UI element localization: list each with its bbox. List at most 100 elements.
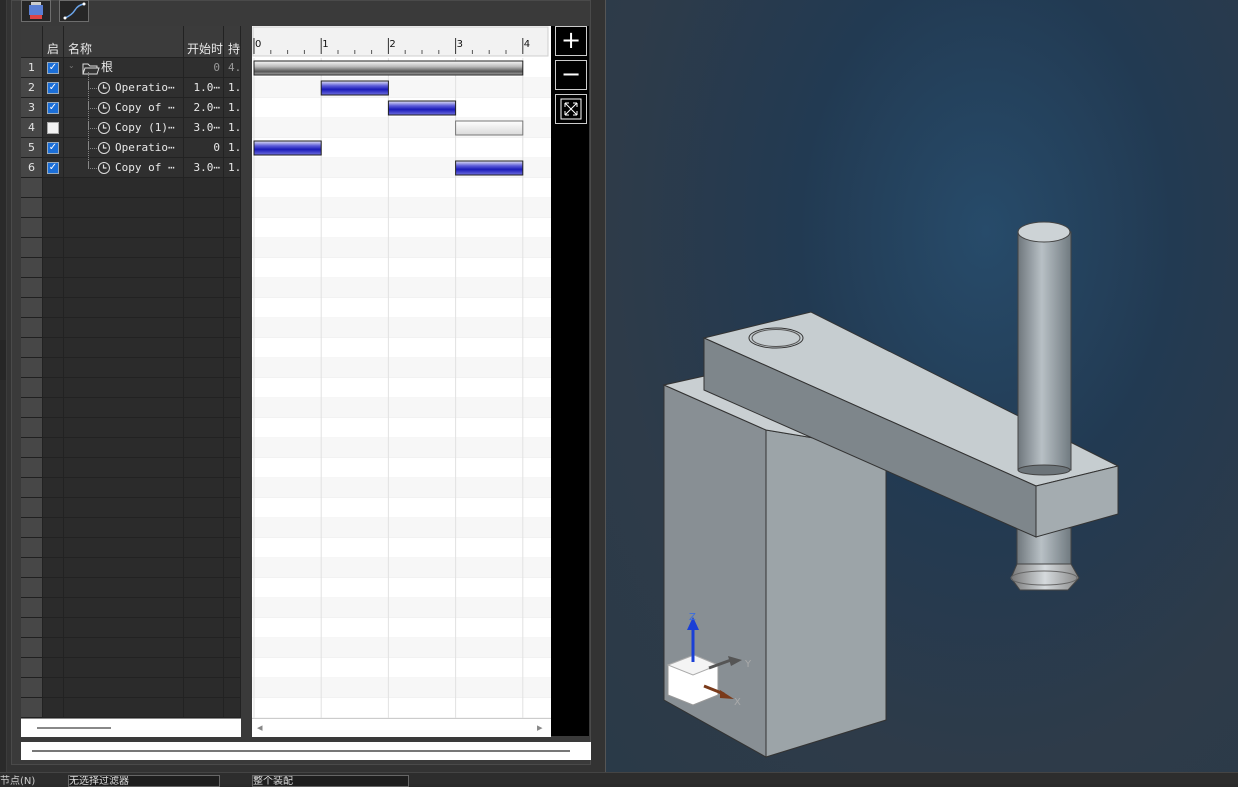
col-header-duration[interactable]: 持 <box>224 26 241 58</box>
enable-checkbox[interactable]: ✓ <box>47 82 59 94</box>
row-number[interactable] <box>21 678 43 698</box>
animation-tool-button[interactable] <box>21 0 51 22</box>
row-number[interactable] <box>21 618 43 638</box>
gantt-bar[interactable] <box>387 100 457 116</box>
gantt-row[interactable] <box>252 298 551 318</box>
gantt-row[interactable] <box>252 658 551 678</box>
gantt-row[interactable] <box>252 378 551 398</box>
row-number[interactable] <box>21 178 43 198</box>
gantt-row[interactable] <box>252 598 551 618</box>
zoom-in-button[interactable]: + <box>555 26 587 56</box>
gantt-bar-root[interactable] <box>253 60 524 76</box>
gantt-row[interactable] <box>252 578 551 598</box>
row-number[interactable] <box>21 638 43 658</box>
row-number[interactable] <box>21 558 43 578</box>
gantt-row[interactable] <box>252 278 551 298</box>
gantt-row[interactable] <box>252 398 551 418</box>
enable-checkbox[interactable]: ✓ <box>47 122 59 134</box>
gantt-hscrollbar[interactable]: ◂ ▸ <box>252 718 551 737</box>
grid-hscrollbar[interactable] <box>21 718 241 737</box>
gantt-row[interactable] <box>252 458 551 478</box>
gantt-row[interactable] <box>252 178 551 198</box>
col-header-enable[interactable]: 启 <box>43 26 64 58</box>
grid-cell <box>64 258 184 278</box>
row-number[interactable] <box>21 258 43 278</box>
film-icon <box>29 2 43 19</box>
row-number[interactable] <box>21 518 43 538</box>
3d-viewport[interactable]: Z Y X <box>605 0 1238 772</box>
row-number[interactable]: 6 <box>21 158 43 178</box>
gantt-bar[interactable] <box>455 160 524 176</box>
gantt-row[interactable] <box>252 338 551 358</box>
row-number[interactable] <box>21 298 43 318</box>
row-number[interactable] <box>21 458 43 478</box>
gantt-bar[interactable] <box>455 120 524 136</box>
gantt-row[interactable] <box>252 418 551 438</box>
row-number[interactable] <box>21 478 43 498</box>
ruler-band[interactable] <box>252 26 549 57</box>
gantt-row[interactable] <box>252 498 551 518</box>
scroll-left-icon[interactable]: ◂ <box>257 721 263 734</box>
enable-checkbox[interactable]: ✓ <box>47 142 59 154</box>
assembly-scope-dropdown[interactable]: 整个装配 <box>252 775 409 787</box>
row-number[interactable] <box>21 538 43 558</box>
scroll-right-icon[interactable]: ▸ <box>537 721 543 734</box>
enable-checkbox[interactable]: ✓ <box>47 162 59 174</box>
gantt-row[interactable] <box>252 198 551 218</box>
enable-checkbox[interactable]: ✓ <box>47 62 59 74</box>
gantt-row[interactable] <box>252 238 551 258</box>
gantt-row[interactable] <box>252 478 551 498</box>
gantt-row[interactable] <box>252 678 551 698</box>
gantt-row[interactable] <box>252 358 551 378</box>
gantt-row[interactable] <box>252 78 551 98</box>
gantt-row[interactable] <box>252 518 551 538</box>
row-number[interactable] <box>21 218 43 238</box>
grid-scroll-thumb[interactable] <box>37 727 111 729</box>
gantt-row[interactable] <box>252 218 551 238</box>
col-header-name[interactable]: 名称 <box>64 26 184 58</box>
gantt-row[interactable] <box>252 618 551 638</box>
row-number[interactable] <box>21 358 43 378</box>
zoom-fit-button[interactable] <box>555 94 587 124</box>
panel-scroll-thumb[interactable] <box>32 750 570 752</box>
row-number[interactable] <box>21 418 43 438</box>
gantt-row[interactable] <box>252 438 551 458</box>
grid-cell <box>224 698 241 718</box>
row-number[interactable] <box>21 398 43 418</box>
collapse-arrow-icon[interactable]: ⌄ <box>68 61 75 70</box>
row-number[interactable] <box>21 698 43 718</box>
panel-hscrollbar[interactable] <box>21 742 591 760</box>
path-tool-button[interactable] <box>59 0 89 22</box>
row-number[interactable] <box>21 378 43 398</box>
gantt-bar[interactable] <box>320 80 389 96</box>
row-number[interactable]: 4 <box>21 118 43 138</box>
gantt-row[interactable] <box>252 318 551 338</box>
task-duration: 1. <box>228 161 241 174</box>
row-number[interactable]: 2 <box>21 78 43 98</box>
row-number[interactable] <box>21 598 43 618</box>
gantt-row[interactable] <box>252 638 551 658</box>
gantt-row[interactable] <box>252 558 551 578</box>
row-number[interactable]: 1 <box>21 58 43 78</box>
gantt-row[interactable] <box>252 258 551 278</box>
enable-checkbox[interactable]: ✓ <box>47 102 59 114</box>
row-number[interactable]: 3 <box>21 98 43 118</box>
row-number[interactable] <box>21 498 43 518</box>
row-number[interactable] <box>21 278 43 298</box>
selection-filter-dropdown[interactable]: 无选择过滤器 <box>68 775 220 787</box>
gantt-bar[interactable] <box>253 140 322 156</box>
zoom-out-button[interactable]: − <box>555 60 587 90</box>
row-number[interactable] <box>21 658 43 678</box>
row-number[interactable] <box>21 318 43 338</box>
row-number[interactable] <box>21 198 43 218</box>
row-number[interactable] <box>21 438 43 458</box>
gantt-row[interactable] <box>252 698 551 718</box>
row-number[interactable] <box>21 578 43 598</box>
col-header-start[interactable]: 开始时 <box>184 26 224 58</box>
grid-cell <box>64 618 184 638</box>
row-number[interactable]: 5 <box>21 138 43 158</box>
row-number[interactable] <box>21 238 43 258</box>
grid-cell <box>224 358 241 378</box>
row-number[interactable] <box>21 338 43 358</box>
gantt-row[interactable] <box>252 538 551 558</box>
